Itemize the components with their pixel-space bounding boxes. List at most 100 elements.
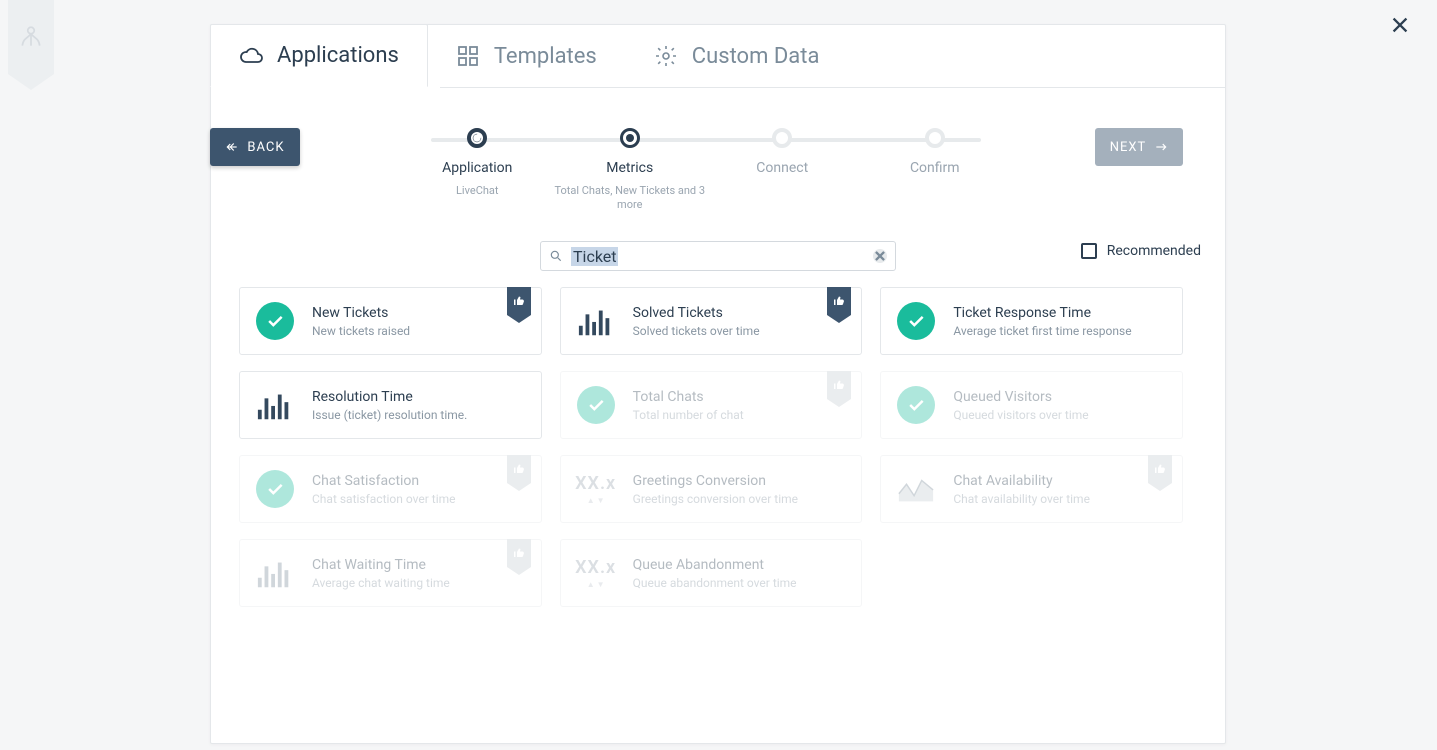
- recommended-toggle[interactable]: Recommended: [1081, 243, 1201, 259]
- metric-sub: New tickets raised: [312, 324, 410, 338]
- metric-sub: Total number of chat: [633, 408, 744, 422]
- next-button[interactable]: NEXT: [1095, 128, 1183, 166]
- recommended-label: Recommended: [1107, 243, 1201, 259]
- selected-check-icon: [577, 386, 615, 424]
- step-label: Connect: [706, 160, 859, 176]
- app-logo-ribbon: [8, 0, 54, 74]
- number-stat-icon: XX.x▲ ▼: [577, 470, 615, 508]
- recommended-badge: [507, 287, 531, 315]
- step-sublabel: LiveChat: [401, 184, 554, 198]
- step-label: Application: [401, 160, 554, 176]
- metric-title: Queue Abandonment: [633, 557, 797, 573]
- metric-title: Chat Satisfaction: [312, 473, 456, 489]
- cloud-icon: [239, 44, 263, 68]
- tab-custom-data[interactable]: Custom Data: [626, 24, 849, 87]
- step-sublabel: Total Chats, New Tickets and 3 more: [554, 184, 707, 213]
- tabs-divider: [440, 87, 1225, 88]
- metric-sub: Queue abandonment over time: [633, 576, 797, 590]
- metric-title: Chat Waiting Time: [312, 557, 450, 573]
- selected-check-icon: [897, 302, 935, 340]
- checkbox-icon: [1081, 243, 1097, 259]
- metric-title: Ticket Response Time: [953, 305, 1131, 321]
- bar-chart-icon: [577, 302, 615, 340]
- thumb-up-icon: [513, 463, 525, 475]
- logo-icon: [18, 24, 44, 50]
- thumb-up-icon: [513, 547, 525, 559]
- recommended-badge: [507, 539, 531, 567]
- selected-check-icon: [256, 470, 294, 508]
- tab-templates[interactable]: Templates: [428, 24, 626, 87]
- gear-icon: [654, 44, 678, 68]
- selected-check-icon: [256, 302, 294, 340]
- step-confirm[interactable]: Confirm: [859, 128, 1012, 213]
- metric-card-response-time[interactable]: Ticket Response Time Average ticket firs…: [880, 287, 1183, 355]
- metric-card-new-tickets[interactable]: New Tickets New tickets raised: [239, 287, 542, 355]
- next-label: NEXT: [1110, 140, 1147, 155]
- thumb-up-icon: [1154, 463, 1166, 475]
- recommended-badge: [507, 455, 531, 483]
- metric-sub: Average chat waiting time: [312, 576, 450, 590]
- metric-card-solved-tickets[interactable]: Solved Tickets Solved tickets over time: [560, 287, 863, 355]
- metric-title: Total Chats: [633, 389, 744, 405]
- metric-title: Chat Availability: [953, 473, 1090, 489]
- recommended-badge: [827, 287, 851, 315]
- back-button[interactable]: BACK: [210, 128, 300, 166]
- step-metrics[interactable]: Metrics Total Chats, New Tickets and 3 m…: [554, 128, 707, 213]
- metric-card-resolution-time[interactable]: Resolution Time Issue (ticket) resolutio…: [239, 371, 542, 439]
- main-tabs: Applications Templates Custom Data: [210, 24, 848, 87]
- search-row: Ticket: [211, 241, 1225, 271]
- step-dot-done: [467, 128, 487, 148]
- bar-chart-icon: [256, 554, 294, 592]
- number-stat-icon: XX.x▲ ▼: [577, 554, 615, 592]
- clear-icon: [873, 249, 887, 263]
- tab-label: Templates: [494, 44, 597, 69]
- metric-sub: Issue (ticket) resolution time.: [312, 408, 467, 422]
- metrics-grid: New Tickets New tickets raised Solved Ti…: [239, 287, 1183, 607]
- metric-sub: Greetings conversion over time: [633, 492, 798, 506]
- recommended-badge: [1148, 455, 1172, 483]
- step-dot-future: [772, 128, 792, 148]
- tab-label: Applications: [277, 43, 399, 68]
- line-chart-icon: [897, 470, 935, 508]
- wizard-panel: Applications Templates Custom Data BACK …: [210, 24, 1226, 744]
- metric-sub: Chat satisfaction over time: [312, 492, 456, 506]
- metric-sub: Chat availability over time: [953, 492, 1090, 506]
- bar-chart-icon: [256, 386, 294, 424]
- metric-card-chat-satisfaction[interactable]: Chat Satisfaction Chat satisfaction over…: [239, 455, 542, 523]
- thumb-up-icon: [833, 295, 845, 307]
- thumb-up-icon: [513, 295, 525, 307]
- search-icon: [549, 249, 563, 263]
- metric-card-total-chats[interactable]: Total Chats Total number of chat: [560, 371, 863, 439]
- step-label: Metrics: [554, 160, 707, 176]
- metric-card-greetings-conversion[interactable]: XX.x▲ ▼ Greetings Conversion Greetings c…: [560, 455, 863, 523]
- close-icon: [1389, 14, 1411, 36]
- metric-card-chat-availability[interactable]: Chat Availability Chat availability over…: [880, 455, 1183, 523]
- metric-sub: Solved tickets over time: [633, 324, 760, 338]
- back-label: BACK: [247, 140, 284, 155]
- metric-card-queue-abandonment[interactable]: XX.x▲ ▼ Queue Abandonment Queue abandonm…: [560, 539, 863, 607]
- search-input-value[interactable]: Ticket: [571, 247, 618, 266]
- metric-title: Resolution Time: [312, 389, 467, 405]
- metric-sub: Queued visitors over time: [953, 408, 1088, 422]
- recommended-badge: [827, 371, 851, 399]
- tab-applications[interactable]: Applications: [210, 24, 428, 87]
- metric-card-queued-visitors[interactable]: Queued Visitors Queued visitors over tim…: [880, 371, 1183, 439]
- arrow-right-icon: [1154, 140, 1168, 154]
- step-connect[interactable]: Connect: [706, 128, 859, 213]
- metric-title: Queued Visitors: [953, 389, 1088, 405]
- thumb-up-icon: [833, 379, 845, 391]
- metric-title: New Tickets: [312, 305, 410, 321]
- step-application[interactable]: Application LiveChat: [401, 128, 554, 213]
- metric-card-chat-waiting[interactable]: Chat Waiting Time Average chat waiting t…: [239, 539, 542, 607]
- step-label: Confirm: [859, 160, 1012, 176]
- metric-sub: Average ticket first time response: [953, 324, 1131, 338]
- clear-search-button[interactable]: [873, 249, 887, 263]
- tab-label: Custom Data: [692, 44, 820, 69]
- close-button[interactable]: [1389, 14, 1411, 36]
- wizard-stepper: Application LiveChat Metrics Total Chats…: [401, 128, 1011, 213]
- selected-check-icon: [897, 386, 935, 424]
- step-dot-current: [620, 128, 640, 148]
- metric-title: Greetings Conversion: [633, 473, 798, 489]
- metric-title: Solved Tickets: [633, 305, 760, 321]
- metric-search[interactable]: Ticket: [540, 241, 896, 271]
